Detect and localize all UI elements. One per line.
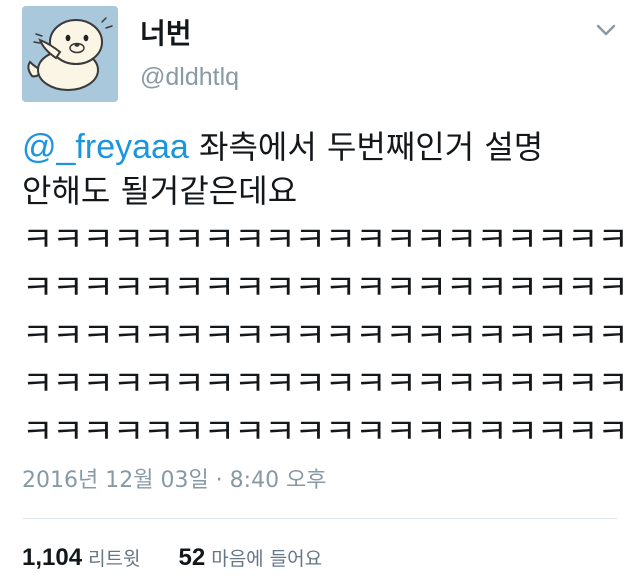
- like-stat[interactable]: 52 마음에 들어요: [178, 544, 323, 571]
- user-handle[interactable]: @dldhtlq: [140, 60, 239, 94]
- like-label: 마음에 들어요: [211, 548, 323, 570]
- divider: [22, 518, 618, 519]
- chevron-down-icon[interactable]: [594, 18, 618, 42]
- tweet-text-line1: 좌측에서 두번째인거 설명: [188, 128, 544, 166]
- retweet-stat[interactable]: 1,104 리트윗: [22, 544, 148, 571]
- avatar[interactable]: [22, 6, 118, 102]
- laugh-line: ㅋㅋㅋㅋㅋㅋㅋㅋㅋㅋㅋㅋㅋㅋㅋㅋㅋㅋㅋㅋ: [22, 364, 629, 404]
- laugh-line: ㅋㅋㅋㅋㅋㅋㅋㅋㅋㅋㅋㅋㅋㅋㅋㅋㅋㅋㅋㅋ: [22, 268, 629, 308]
- tweet-card: 너번 @dldhtlq @_freyaaa 좌측에서 두번째인거 설명 안해도 …: [0, 0, 640, 578]
- retweet-label: 리트윗: [88, 548, 141, 570]
- tweet-laugh-block: ㅋㅋㅋㅋㅋㅋㅋㅋㅋㅋㅋㅋㅋㅋㅋㅋㅋㅋㅋㅋ ㅋㅋㅋㅋㅋㅋㅋㅋㅋㅋㅋㅋㅋㅋㅋㅋㅋㅋㅋ…: [22, 216, 629, 456]
- like-count: 52: [178, 544, 206, 571]
- tweet-text: @_freyaaa 좌측에서 두번째인거 설명 안해도 될거같은데요: [22, 125, 622, 213]
- retweet-count: 1,104: [22, 544, 83, 571]
- display-name[interactable]: 너번: [140, 16, 239, 52]
- tweet-timestamp[interactable]: 2016년 12월 03일 · 8:40 오후: [22, 466, 327, 496]
- laugh-line: ㅋㅋㅋㅋㅋㅋㅋㅋㅋㅋㅋㅋㅋㅋㅋㅋㅋㅋㅋㅋ: [22, 412, 629, 452]
- tweet-stats: 1,104 리트윗 52 마음에 들어요: [22, 543, 322, 574]
- laugh-line: ㅋㅋㅋㅋㅋㅋㅋㅋㅋㅋㅋㅋㅋㅋㅋㅋㅋㅋㅋㅋ: [22, 316, 629, 356]
- mention-link[interactable]: @_freyaaa: [22, 128, 189, 166]
- seal-avatar-icon: [22, 6, 118, 102]
- tweet-text-line2: 안해도 될거같은데요: [22, 172, 298, 210]
- laugh-line: ㅋㅋㅋㅋㅋㅋㅋㅋㅋㅋㅋㅋㅋㅋㅋㅋㅋㅋㅋㅋ: [22, 220, 629, 260]
- tweet-header: 너번 @dldhtlq: [22, 6, 618, 106]
- author-names: 너번 @dldhtlq: [140, 16, 239, 94]
